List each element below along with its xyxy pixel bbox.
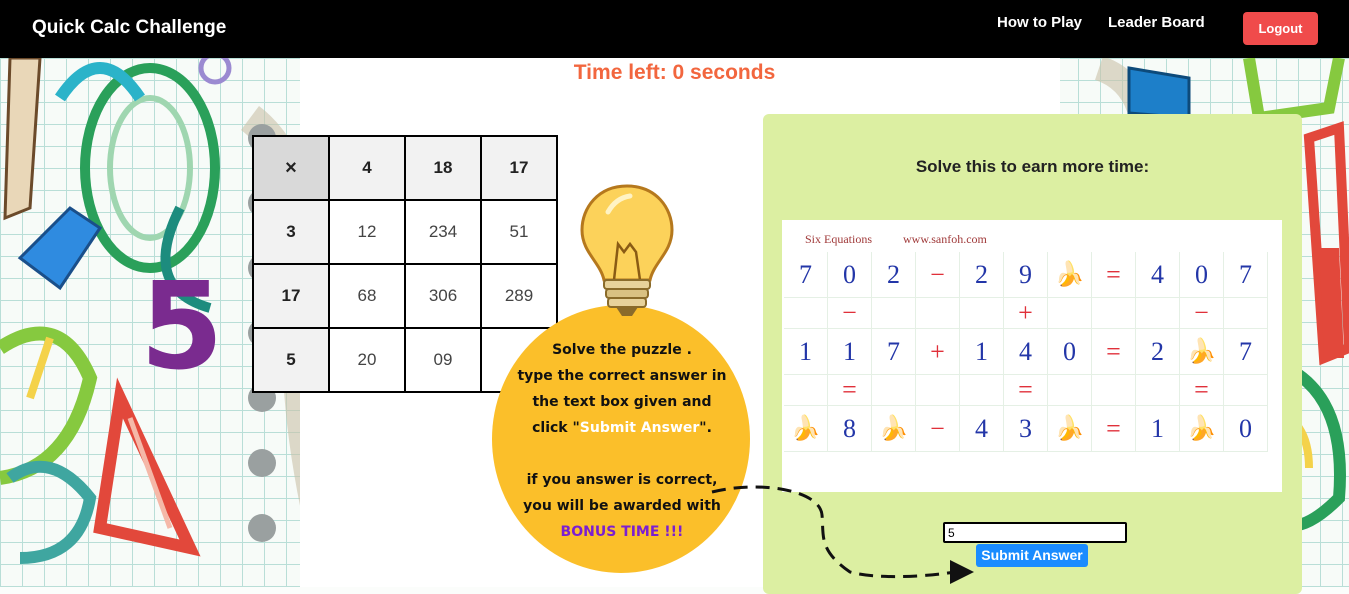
puzzle-cell <box>1135 297 1180 329</box>
puzzle-cell: 1 <box>959 328 1004 375</box>
puzzle-cell: 0 <box>827 252 872 298</box>
puzzle-cell: 🍌 <box>1047 405 1092 452</box>
puzzle-cell: 2 <box>1135 328 1180 375</box>
grid-cell: 306 <box>404 263 482 329</box>
puzzle-cell <box>871 297 916 329</box>
lightbulb-icon <box>580 184 674 316</box>
puzzle-cell <box>959 374 1004 406</box>
logout-button[interactable]: Logout <box>1243 12 1318 45</box>
puzzle-cell: 8 <box>827 405 872 452</box>
puzzle-cell: 2 <box>959 252 1004 298</box>
submit-answer-highlight: Submit Answer <box>579 420 700 436</box>
grid-col-header: 4 <box>328 135 406 201</box>
puzzle-cell <box>784 297 828 329</box>
six-equations-puzzle: Six Equations www.sanfoh.com 7 0 2−2 9 🍌 = 4 0 7… <box>782 220 1282 492</box>
puzzle-cell: = <box>1091 405 1136 452</box>
puzzle-row: − + − <box>784 297 1268 329</box>
puzzle-cell <box>871 374 916 406</box>
puzzle-cell <box>1091 374 1136 406</box>
dashed-arrow-icon <box>711 485 974 584</box>
grid-row-header: 5 <box>252 327 330 393</box>
puzzle-cell <box>1223 374 1268 406</box>
puzzle-cell: 🍌 <box>1179 328 1224 375</box>
puzzle-cell: = <box>1091 328 1136 375</box>
puzzle-row: 1 1 7 +1 4 0 = 2 🍌 7 <box>784 328 1268 375</box>
puzzle-cell: + <box>1003 297 1048 329</box>
puzzle-cell: 7 <box>871 328 916 375</box>
nav-leader-board[interactable]: Leader Board <box>1108 14 1205 31</box>
puzzle-cell <box>1091 297 1136 329</box>
grid-cell: 234 <box>404 199 482 265</box>
puzzle-cell: 4 <box>1135 252 1180 298</box>
puzzle-cell: 🍌 <box>1179 405 1224 452</box>
puzzle-cell: 3 <box>1003 405 1048 452</box>
instruction-line: type the correct answer in <box>517 368 727 384</box>
puzzle-cell: 0 <box>1047 328 1092 375</box>
puzzle-cell: − <box>915 252 960 298</box>
puzzle-cell: + <box>915 328 960 375</box>
grid-corner: × <box>252 135 330 201</box>
grid-cell: 68 <box>328 263 406 329</box>
puzzle-cell: − <box>1179 297 1224 329</box>
grid-cell: 12 <box>328 199 406 265</box>
puzzle-cell: 0 <box>1179 252 1224 298</box>
grid-cell: 289 <box>480 263 558 329</box>
puzzle-cell: 0 <box>1223 405 1268 452</box>
puzzle-cell: 9 <box>1003 252 1048 298</box>
puzzle-cell: = <box>1003 374 1048 406</box>
grid-row-header: 3 <box>252 199 330 265</box>
puzzle-cell: − <box>827 297 872 329</box>
puzzle-cell <box>915 374 960 406</box>
puzzle-cell: 4 <box>959 405 1004 452</box>
grid-cell: 09 <box>404 327 482 393</box>
puzzle-cell: = <box>1091 252 1136 298</box>
puzzle-cell <box>959 297 1004 329</box>
instruction-line: click "Submit Answer". <box>532 420 712 436</box>
puzzle-cell <box>1223 297 1268 329</box>
puzzle-cell: 7 <box>1223 328 1268 375</box>
puzzle-cell: = <box>1179 374 1224 406</box>
puzzle-cell: 2 <box>871 252 916 298</box>
instruction-line: the text box given and <box>532 394 712 410</box>
puzzle-row: 🍌 8 🍌 −4 3 🍌 = 1 🍌 0 <box>784 405 1268 452</box>
puzzle-name: Six Equations <box>805 232 873 246</box>
grid-cell: 20 <box>328 327 406 393</box>
submit-answer-button[interactable]: Submit Answer <box>976 544 1088 567</box>
grid-col-header: 18 <box>404 135 482 201</box>
svg-text:5: 5 <box>140 258 224 397</box>
puzzle-cell <box>784 374 828 406</box>
puzzle-cell <box>915 297 960 329</box>
grid-cell: 51 <box>480 199 558 265</box>
puzzle-cell: 🍌 <box>784 405 828 452</box>
puzzle-cell: 1 <box>784 328 828 375</box>
puzzle-cell: 🍌 <box>871 405 916 452</box>
puzzle-cell: = <box>827 374 872 406</box>
panel-title: Solve this to earn more time: <box>915 157 1150 176</box>
puzzle-cell <box>1047 374 1092 406</box>
puzzle-site: www.sanfoh.com <box>903 232 987 246</box>
puzzle-row: = = = <box>784 374 1268 406</box>
nav-how-to-play[interactable]: How to Play <box>997 14 1082 31</box>
puzzle-cell <box>1047 297 1092 329</box>
puzzle-cell: 7 <box>784 252 828 298</box>
puzzle-cell: 7 <box>1223 252 1268 298</box>
puzzle-cell: − <box>915 405 960 452</box>
puzzle-cell: 🍌 <box>1047 252 1092 298</box>
grid-row-header: 17 <box>252 263 330 329</box>
puzzle-cell: 1 <box>1135 405 1180 452</box>
puzzle-header: Six Equations www.sanfoh.com <box>805 232 1015 247</box>
instruction-line: Solve the puzzle . <box>552 342 692 358</box>
puzzle-cell <box>1135 374 1180 406</box>
grid-col-header: 17 <box>480 135 558 201</box>
time-left-label: Time left: 0 seconds <box>573 61 776 84</box>
puzzle-cell: 4 <box>1003 328 1048 375</box>
puzzle-grid: 7 0 2−2 9 🍌 = 4 0 7− + −1 1 7 +1 4 0 = 2 🍌 7 = = = 🍌 8 🍌 −4 3 🍌 = 1 🍌 0 <box>784 252 1268 452</box>
navbar: Quick Calc Challenge How to Play Leader … <box>0 0 1349 58</box>
brand-title[interactable]: Quick Calc Challenge <box>32 17 226 39</box>
puzzle-cell: 1 <box>827 328 872 375</box>
puzzle-row: 7 0 2−2 9 🍌 = 4 0 7 <box>784 252 1268 298</box>
